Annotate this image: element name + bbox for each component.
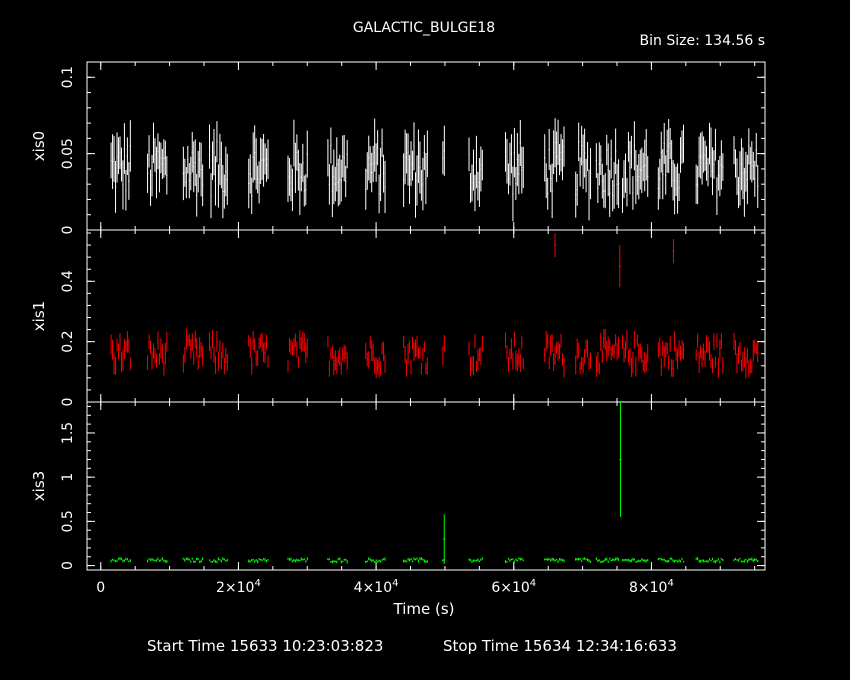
xis0-ytick-label: 0.05 [60,138,76,169]
xis1-ytick-label: 0.4 [60,270,76,292]
start-time-label: Start Time 15633 10:23:03:823 [147,637,383,655]
xis0-ytick-label: 0.1 [60,66,76,88]
xis0-ytick-label: 0 [60,226,76,235]
xis3-ytick-label: 0.5 [60,510,76,532]
stop-time-label: Stop Time 15634 12:34:16:633 [443,637,677,655]
xis0-panel-frame [86,61,766,231]
xis3-ytick-label: 0 [60,561,76,570]
x-tick-label: 2×104 [216,578,261,596]
x-axis-label: Time (s) [393,600,455,618]
xis1-ytick-label: 0.2 [60,331,76,353]
plot-area: 0 0.05 0.1 xis0 0 0.2 0.4 xis1 0 0.5 1 1.5 xis3 0 2×10… [30,61,766,596]
xis3-y-axis-label: xis3 [30,471,48,501]
x-tick-label: 6×104 [491,578,536,596]
bin-size-label: Bin Size: 134.56 s [640,33,765,49]
xis1-y-axis-label: xis1 [30,301,48,331]
xis3-panel-frame [86,401,766,571]
xis1-panel-frame [86,229,766,403]
light-curve-figure: GALACTIC_BULGE18 Bin Size: 134.56 s Time… [30,20,766,655]
x-tick-label: 4×104 [354,578,399,596]
x-tick-label: 8×104 [629,578,674,596]
chart-title: GALACTIC_BULGE18 [353,20,495,36]
xis3-ytick-label: 1 [60,473,76,482]
xis1-ytick-label: 0 [60,398,76,407]
xis0-y-axis-label: xis0 [30,131,48,161]
x-tick-label: 0 [96,580,105,596]
xis3-ytick-label: 1.5 [60,422,76,444]
